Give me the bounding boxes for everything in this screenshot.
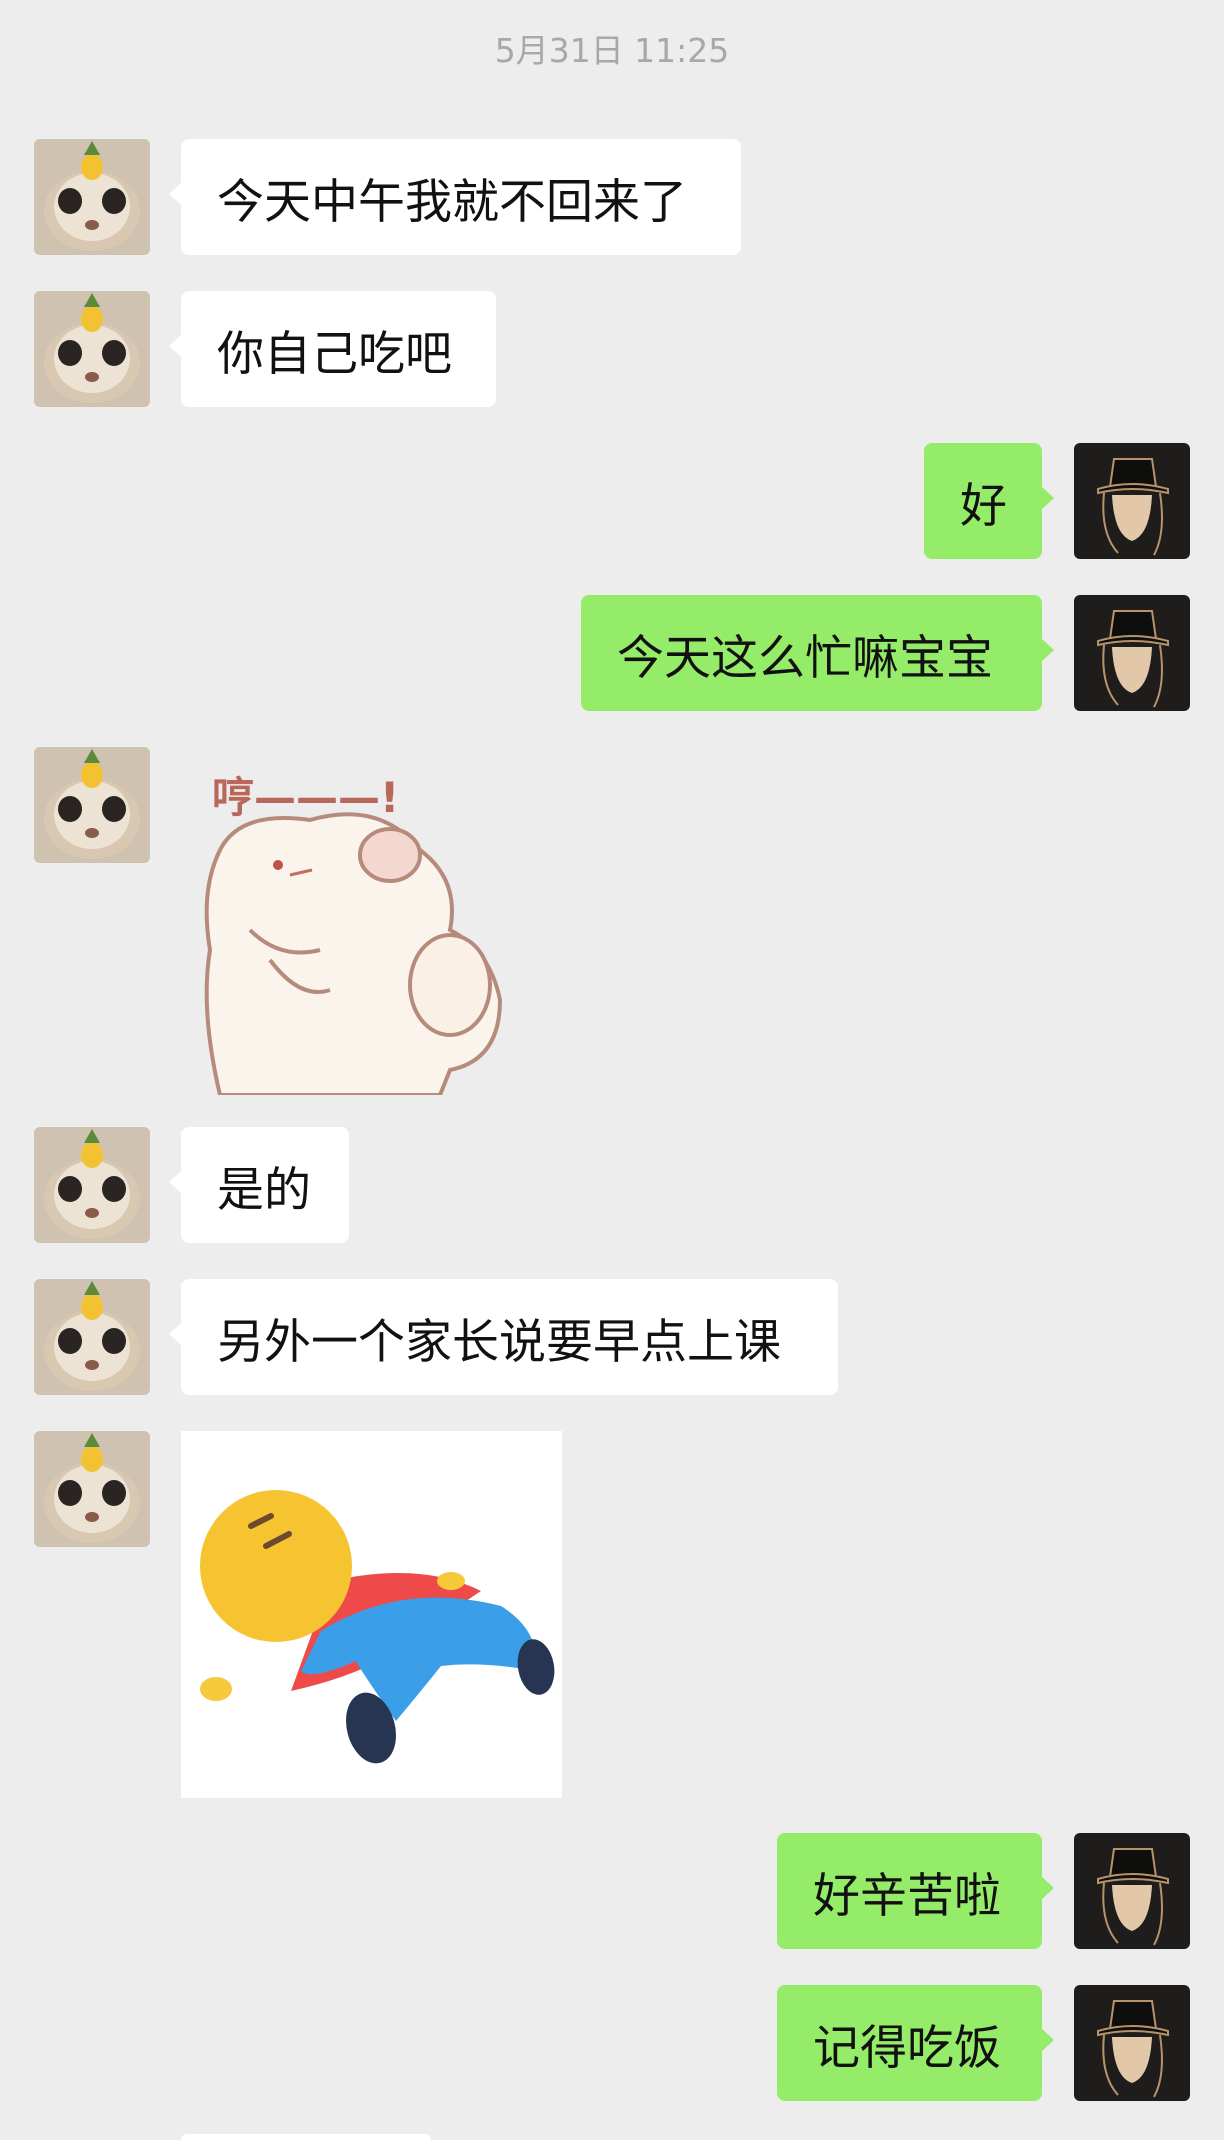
hamster-hmph-sticker[interactable]: 哼———! <box>200 760 520 1097</box>
message-text: 好 <box>960 478 1007 534</box>
message-bubble-sent[interactable]: 好辛苦啦 <box>777 1833 1054 1949</box>
contact-avatar[interactable] <box>34 139 150 255</box>
message-text: 今天这么忙嘛宝宝 <box>617 630 993 686</box>
message-text: 记得吃饭 <box>813 2020 1001 2076</box>
message-bubble-received[interactable]: 是的 <box>169 1127 349 1243</box>
lying-flat-emoji-sticker[interactable] <box>181 1431 562 1798</box>
message-bubble-sent[interactable]: 好 <box>924 443 1054 559</box>
contact-avatar[interactable] <box>34 747 150 863</box>
message-text: 好辛苦啦 <box>813 1868 1001 1924</box>
cat-avatar-icon <box>34 1431 150 1547</box>
lying-flat-emoji-image <box>200 1490 555 1764</box>
message-bubble-sent[interactable]: 今天这么忙嘛宝宝 <box>581 595 1054 711</box>
message-bubble-received[interactable]: 另外一个家长说要早点上课 <box>169 1279 838 1395</box>
my-avatar[interactable] <box>1074 1833 1190 1949</box>
message-text: 你自己吃吧 <box>217 326 452 382</box>
my-avatar[interactable] <box>1074 443 1190 559</box>
contact-avatar-partial[interactable] <box>34 2134 150 2140</box>
cat-avatar-icon <box>34 139 150 255</box>
message-bubble-partial[interactable] <box>181 2134 431 2140</box>
message-bubble-sent[interactable]: 记得吃饭 <box>777 1985 1054 2101</box>
my-avatar[interactable] <box>1074 595 1190 711</box>
cat-avatar-icon <box>34 747 150 863</box>
message-text: 今天中午我就不回来了 <box>217 174 687 230</box>
contact-avatar[interactable] <box>34 1127 150 1243</box>
my-avatar[interactable] <box>1074 1985 1190 2101</box>
top-hat-man-avatar-icon <box>1074 1833 1190 1949</box>
contact-avatar[interactable] <box>34 1279 150 1395</box>
hamster-sticker-image: 哼———! <box>204 773 503 1097</box>
contact-avatar[interactable] <box>34 1431 150 1547</box>
top-hat-man-avatar-icon <box>1074 443 1190 559</box>
message-text: 另外一个家长说要早点上课 <box>217 1314 781 1370</box>
cat-avatar-icon <box>34 291 150 407</box>
top-hat-man-avatar-icon <box>1074 1985 1190 2101</box>
message-bubble-received[interactable]: 你自己吃吧 <box>169 291 496 407</box>
contact-avatar[interactable] <box>34 291 150 407</box>
cat-avatar-icon <box>34 1279 150 1395</box>
sticker-caption: 哼———! <box>212 773 399 822</box>
cat-avatar-icon <box>34 1127 150 1243</box>
message-bubble-received[interactable]: 今天中午我就不回来了 <box>169 139 741 255</box>
timestamp: 5月31日 11:25 <box>494 31 730 70</box>
message-text: 是的 <box>217 1162 311 1218</box>
top-hat-man-avatar-icon <box>1074 595 1190 711</box>
